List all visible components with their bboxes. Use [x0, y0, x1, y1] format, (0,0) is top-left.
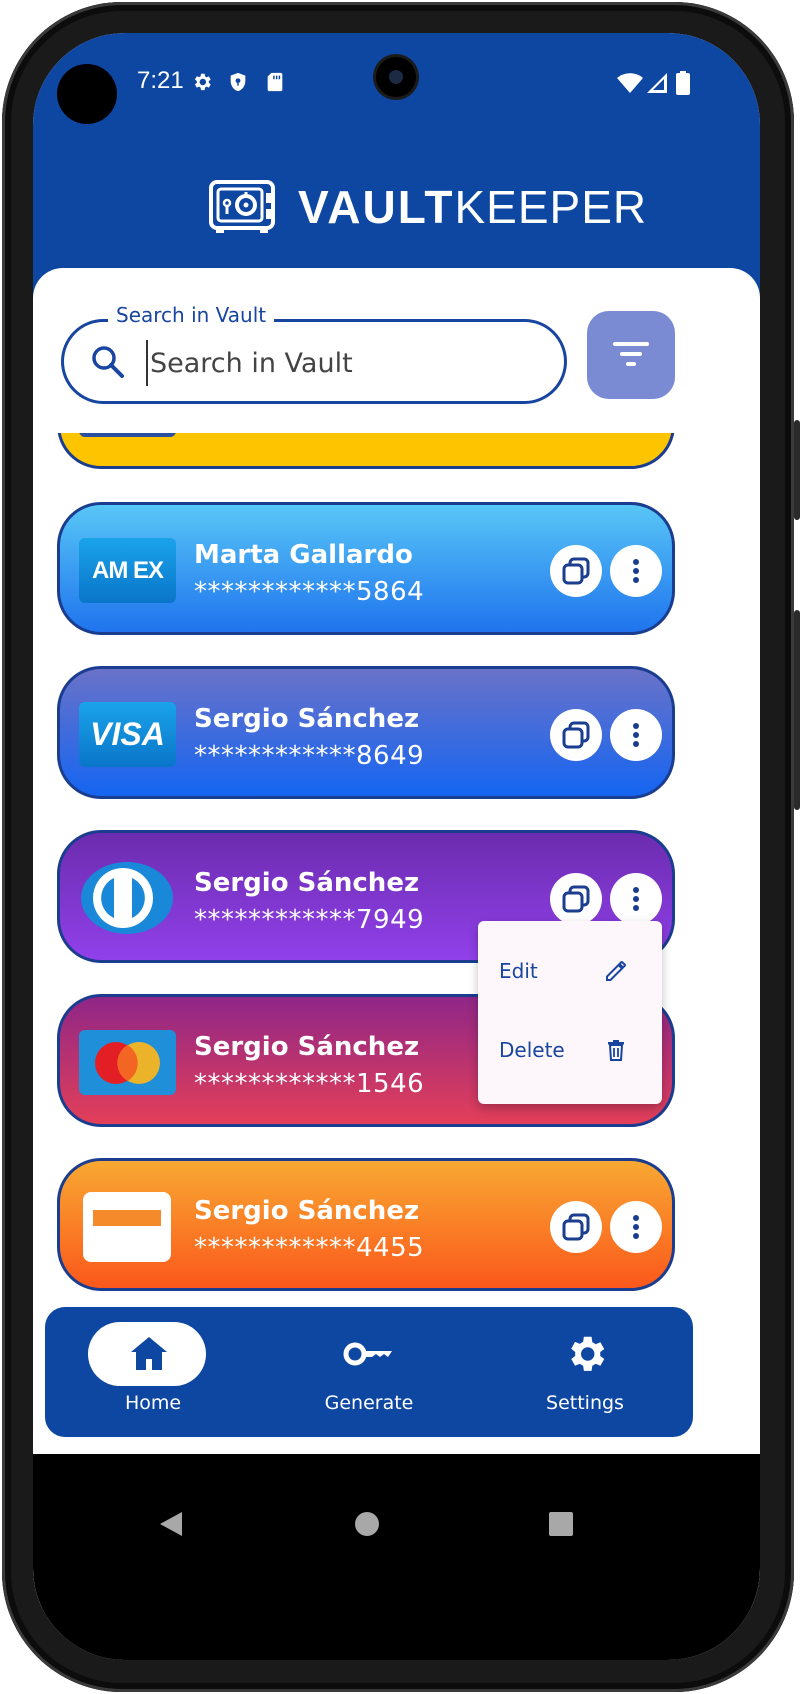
more-options-button[interactable] — [610, 545, 662, 597]
more-options-button[interactable] — [610, 709, 662, 761]
back-icon[interactable] — [158, 1510, 184, 1538]
status-bar: 7:21 — [33, 33, 760, 124]
card-item[interactable]: VISA Sergio Sánchez ************8649 — [57, 666, 675, 799]
card-item[interactable]: Sergio Sánchez ************4455 — [57, 1158, 675, 1291]
volume-button — [794, 610, 800, 810]
app-title-bold: VAULT — [298, 181, 455, 233]
system-navigation-bar — [33, 1454, 760, 1660]
copy-icon — [562, 721, 590, 749]
more-options-button[interactable] — [610, 873, 662, 925]
status-time: 7:21 — [137, 67, 184, 94]
more-vert-icon — [633, 559, 639, 583]
battery-icon — [676, 71, 690, 95]
copy-icon — [562, 557, 590, 585]
gear-icon — [194, 73, 211, 91]
card-number: ************1546 — [194, 1069, 425, 1099]
front-camera — [376, 57, 416, 97]
diners-club-logo — [79, 862, 176, 934]
nav-home-label: Home — [124, 1392, 182, 1414]
mastercard-logo — [79, 1030, 176, 1095]
app-logo: VAULTKEEPER — [208, 167, 647, 247]
trash-icon — [608, 1040, 624, 1061]
settings-gear-icon — [571, 1336, 605, 1371]
card-holder: Sergio Sánchez — [194, 868, 420, 898]
card-number: ************5864 — [194, 577, 425, 607]
copy-button[interactable] — [550, 1201, 602, 1253]
home-circle-icon[interactable] — [354, 1511, 380, 1537]
menu-item-delete-label: Delete — [499, 1038, 565, 1062]
copy-button[interactable] — [550, 545, 602, 597]
copy-button[interactable] — [550, 709, 602, 761]
cell-signal-icon — [647, 73, 667, 93]
app-title-light: KEEPER — [454, 181, 648, 233]
card-number: ************7949 — [194, 905, 425, 935]
card-partial[interactable] — [57, 433, 675, 469]
amex-logo: AM EX — [79, 538, 176, 603]
key-icon — [343, 1342, 392, 1366]
card-holder: Sergio Sánchez — [194, 704, 420, 734]
app-title: VAULTKEEPER — [298, 180, 647, 234]
wifi-icon — [617, 73, 643, 93]
home-icon — [131, 1337, 167, 1370]
card-context-menu: Edit Delete — [478, 921, 662, 1104]
card-item[interactable]: AM EX Marta Gallardo ************5864 — [57, 502, 675, 635]
search-floating-label: Search in Vault — [108, 303, 275, 327]
nav-generate[interactable]: Generate — [261, 1307, 477, 1437]
vault-safe-icon — [209, 180, 275, 233]
visa-logo-text: VISA — [90, 716, 165, 752]
bottom-navigation: Home Generate Settings — [45, 1307, 693, 1437]
card-number: ************4455 — [194, 1233, 425, 1263]
search-field[interactable]: Search in Vault — [61, 303, 567, 404]
nav-settings-label: Settings — [546, 1392, 624, 1414]
recents-icon[interactable] — [548, 1511, 574, 1537]
power-button — [794, 420, 800, 520]
shield-icon — [230, 72, 246, 92]
copy-icon — [562, 885, 590, 913]
copy-button[interactable] — [550, 873, 602, 925]
generic-card-logo — [83, 1192, 171, 1262]
more-vert-icon — [633, 887, 639, 911]
more-options-button[interactable] — [610, 1201, 662, 1253]
app-screen: 7:21 VAULTKEEPER AM EX Marta Gallardo **… — [33, 33, 760, 1660]
card-holder: Sergio Sánchez — [194, 1196, 420, 1226]
camera-cutout — [57, 64, 117, 124]
card-logo — [79, 433, 176, 437]
card-holder: Marta Gallardo — [194, 540, 413, 570]
card-list: AM EX Marta Gallardo ************5864 VI… — [33, 433, 760, 1328]
amex-logo-text: AM EX — [91, 556, 164, 584]
nav-settings[interactable]: Settings — [477, 1307, 693, 1437]
filter-button[interactable] — [587, 311, 675, 399]
search-icon — [92, 346, 124, 378]
nav-generate-label: Generate — [324, 1392, 414, 1414]
nav-home[interactable]: Home — [45, 1307, 261, 1437]
filter-icon — [613, 342, 649, 366]
sd-card-icon — [267, 72, 283, 92]
more-vert-icon — [633, 1215, 639, 1239]
menu-item-edit[interactable]: Edit — [478, 941, 662, 1001]
copy-icon — [562, 1213, 590, 1241]
menu-item-delete[interactable]: Delete — [478, 1020, 662, 1080]
card-holder: Sergio Sánchez — [194, 1032, 420, 1062]
pencil-icon — [606, 961, 626, 981]
visa-logo: VISA — [79, 702, 176, 767]
search-input[interactable] — [146, 340, 542, 386]
menu-item-edit-label: Edit — [499, 959, 538, 983]
card-number: ************8649 — [194, 741, 425, 771]
more-vert-icon — [633, 723, 639, 747]
